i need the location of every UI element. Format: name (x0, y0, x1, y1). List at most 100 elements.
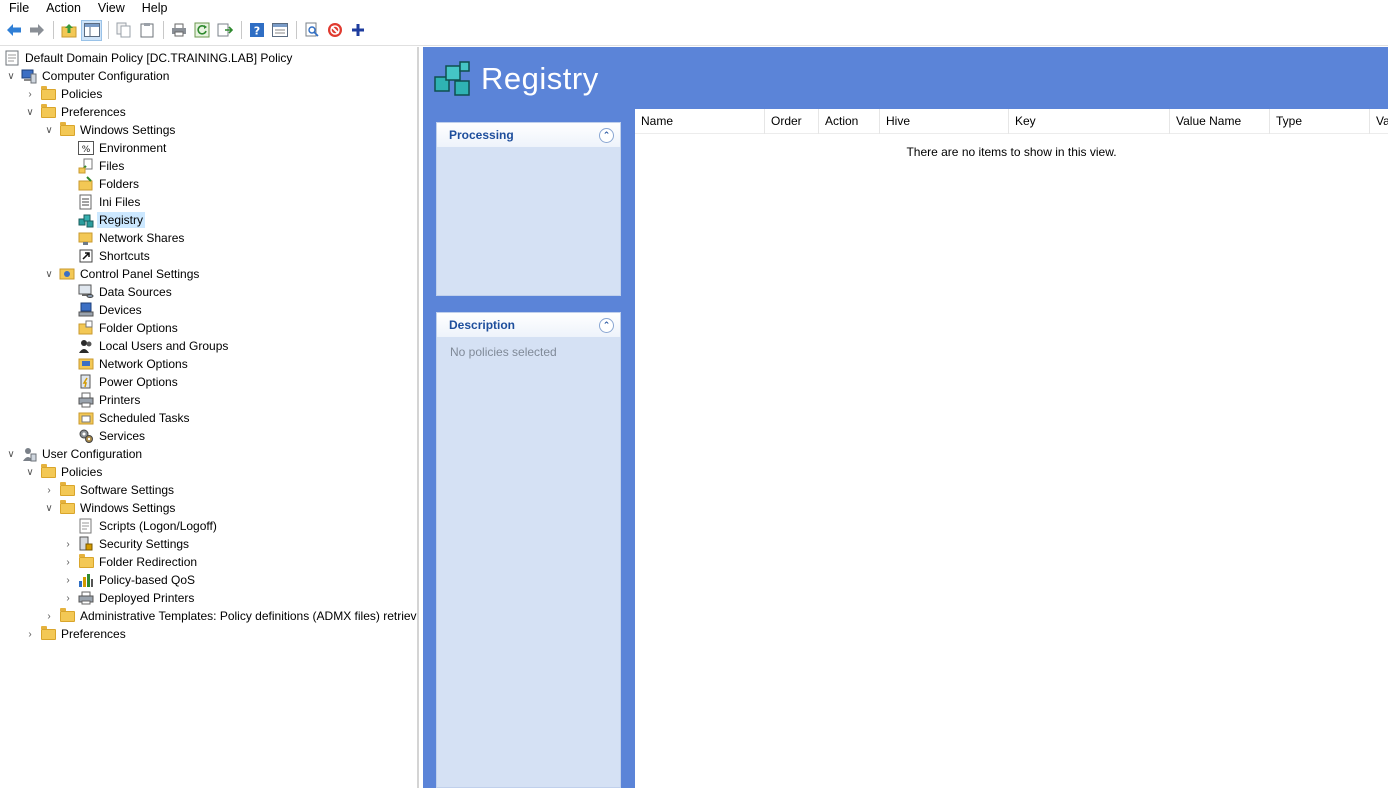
tree-item-label: Administrative Templates: Policy definit… (80, 609, 417, 623)
folder-icon (40, 103, 56, 120)
show-hide-tree-icon[interactable] (81, 19, 102, 41)
add-icon[interactable] (347, 20, 368, 41)
tree-item-policy-qos[interactable]: › Policy-based QoS (62, 571, 197, 589)
tree-item-folder-options[interactable]: Folder Options (74, 319, 180, 337)
tree-item-deployed-printers[interactable]: › Deployed Printers (62, 589, 196, 607)
chevron-right-icon[interactable]: › (62, 571, 74, 589)
folder-icon (40, 85, 56, 102)
menu-help[interactable]: Help (133, 1, 176, 15)
tree-item-local-users-groups[interactable]: Local Users and Groups (74, 337, 230, 355)
chevron-down-icon[interactable]: ∨ (5, 445, 17, 463)
column-name[interactable]: Name (635, 108, 765, 134)
tree-item-label: Default Domain Policy [DC.TRAINING.LAB] … (25, 51, 293, 65)
tree-item-ini-files[interactable]: Ini Files (74, 193, 142, 211)
policy-document-icon (4, 50, 20, 66)
tree-item-network-options[interactable]: Network Options (74, 355, 190, 373)
export-list-icon[interactable] (214, 20, 235, 41)
chevron-down-icon[interactable]: ∨ (43, 265, 55, 283)
tree-item-software-settings[interactable]: › Software Settings (43, 481, 176, 499)
tree-item-registry[interactable]: Registry (74, 211, 146, 229)
collapse-icon[interactable]: ⌃ (599, 317, 614, 333)
tree-item-environment[interactable]: % Environment (74, 139, 168, 157)
properties-icon[interactable] (269, 20, 290, 41)
tree-item-label: Ini Files (99, 195, 141, 209)
tree-item-devices[interactable]: Devices (74, 301, 144, 319)
tree-item-network-shares[interactable]: Network Shares (74, 229, 186, 247)
environment-icon: % (78, 140, 94, 156)
tree-item-computer-configuration[interactable]: ∨ Computer Configuration (5, 67, 171, 85)
menu-action[interactable]: Action (37, 1, 89, 15)
folder-icon (78, 553, 94, 570)
column-value[interactable]: Va (1370, 109, 1388, 134)
tree-item-scripts[interactable]: Scripts (Logon/Logoff) (74, 517, 219, 535)
tree-item-cc-preferences[interactable]: ∨ Preferences (24, 103, 128, 121)
folders-icon (78, 176, 94, 192)
menu-file[interactable]: File (0, 1, 37, 15)
tree-item-data-sources[interactable]: Data Sources (74, 283, 174, 301)
stop-icon[interactable] (324, 20, 345, 41)
tree-item-root[interactable]: Default Domain Policy [DC.TRAINING.LAB] … (0, 49, 294, 67)
column-order[interactable]: Order (765, 108, 819, 134)
column-hive[interactable]: Hive (880, 108, 1009, 134)
tree-item-admin-templates[interactable]: › Administrative Templates: Policy defin… (43, 607, 417, 625)
folder-icon (59, 481, 75, 498)
chevron-right-icon[interactable]: › (43, 481, 55, 499)
chevron-down-icon[interactable]: ∨ (43, 499, 55, 517)
column-value-name[interactable]: Value Name (1170, 108, 1270, 134)
tree-item-cc-windows-settings[interactable]: ∨ Windows Settings (43, 121, 177, 139)
chevron-right-icon[interactable]: › (62, 535, 74, 553)
tree-item-uc-windows-settings[interactable]: ∨ Windows Settings (43, 499, 177, 517)
network-share-icon (78, 230, 94, 246)
chevron-right-icon[interactable]: › (24, 85, 36, 103)
svg-text:?: ? (253, 25, 259, 38)
tree-item-cc-policies[interactable]: › Policies (24, 85, 104, 103)
chevron-down-icon[interactable]: ∨ (24, 103, 36, 121)
find-icon[interactable] (301, 20, 322, 41)
chevron-down-icon[interactable]: ∨ (5, 67, 17, 85)
column-type[interactable]: Type (1270, 108, 1370, 134)
chevron-right-icon[interactable]: › (24, 625, 36, 643)
tree-item-files[interactable]: Files (74, 157, 126, 175)
menu-view[interactable]: View (89, 1, 133, 15)
paste-icon[interactable] (136, 20, 157, 41)
tree-item-control-panel-settings[interactable]: ∨ Control Panel Settings (43, 265, 201, 283)
processing-header[interactable]: Processing ⌃ (437, 123, 620, 147)
tree-item-scheduled-tasks[interactable]: Scheduled Tasks (74, 409, 192, 427)
tree-item-label: Power Options (99, 375, 178, 389)
tree-item-label: Windows Settings (80, 501, 176, 515)
back-arrow-icon[interactable] (3, 20, 24, 41)
chevron-right-icon[interactable]: › (43, 607, 55, 625)
chevron-down-icon[interactable]: ∨ (24, 463, 36, 481)
tree-item-services[interactable]: Services (74, 427, 147, 445)
tree-item-label: User Configuration (42, 447, 143, 461)
toolbar-separator (241, 21, 242, 39)
chevron-right-icon[interactable]: › (62, 589, 74, 607)
forward-arrow-icon[interactable] (26, 20, 47, 41)
tree-item-uc-preferences[interactable]: › Preferences (24, 625, 128, 643)
chevron-down-icon[interactable]: ∨ (43, 121, 55, 139)
column-action[interactable]: Action (819, 108, 880, 134)
files-icon (78, 158, 94, 174)
tree-item-power-options[interactable]: Power Options (74, 373, 180, 391)
tree-item-user-configuration[interactable]: ∨ User Configuration (5, 445, 144, 463)
tree-item-uc-policies[interactable]: ∨ Policies (24, 463, 104, 481)
refresh-icon[interactable] (191, 20, 212, 41)
tree-item-label: Deployed Printers (99, 591, 195, 605)
tree-item-folders[interactable]: Folders (74, 175, 141, 193)
tree-item-shortcuts[interactable]: Shortcuts (74, 247, 152, 265)
tree-item-label: Security Settings (99, 537, 190, 551)
help-icon[interactable]: ? (246, 20, 267, 41)
column-key[interactable]: Key (1009, 108, 1170, 134)
control-panel-icon (59, 266, 75, 282)
description-header[interactable]: Description ⌃ (437, 313, 620, 337)
chevron-right-icon[interactable]: › (62, 553, 74, 571)
copy-icon[interactable] (113, 20, 134, 41)
description-label: Description (449, 318, 516, 332)
up-folder-icon[interactable] (58, 20, 79, 41)
tree-item-folder-redirection[interactable]: › Folder Redirection (62, 553, 199, 571)
tree-item-label: Environment (99, 141, 167, 155)
tree-item-printers[interactable]: Printers (74, 391, 142, 409)
print-icon[interactable] (168, 20, 189, 41)
collapse-icon[interactable]: ⌃ (599, 127, 614, 143)
tree-item-security-settings[interactable]: › Security Settings (62, 535, 191, 553)
